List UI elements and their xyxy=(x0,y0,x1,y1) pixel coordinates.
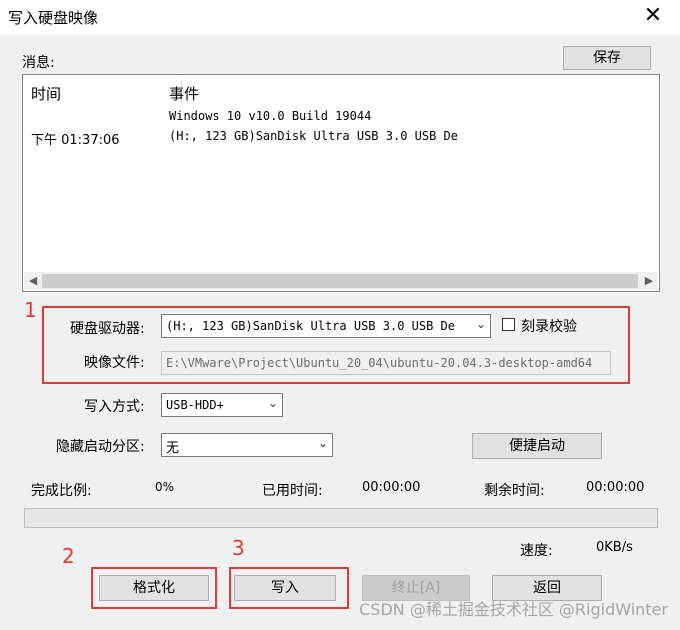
elapsed-value: 00:00:00 xyxy=(362,480,421,495)
annotation-label-3: 3 xyxy=(232,536,245,560)
speed-label: 速度: xyxy=(520,543,553,559)
image-file-label: 映像文件: xyxy=(84,355,145,371)
column-header-time[interactable]: 时间 xyxy=(31,83,61,104)
done-value: 0% xyxy=(155,480,175,494)
hidden-partition-label: 隐藏启动分区: xyxy=(56,439,145,455)
log-row-event: Windows 10 v10.0 Build 19044 xyxy=(169,109,372,123)
hidden-partition-value: 无 xyxy=(166,441,180,456)
verify-checkbox[interactable] xyxy=(502,318,515,331)
title-bar xyxy=(0,0,680,34)
write-method-value: USB-HDD+ xyxy=(166,398,224,412)
image-file-field[interactable]: E:\VMware\Project\Ubuntu_20_04\ubuntu-20… xyxy=(161,351,611,375)
horizontal-scrollbar[interactable]: ◀ ▶ xyxy=(24,272,658,290)
log-row-time: 下午 01:37:06 xyxy=(31,133,120,148)
chevron-down-icon: ⌄ xyxy=(267,396,278,410)
message-log[interactable]: 时间 事件 Windows 10 v10.0 Build 19044 下午 01… xyxy=(22,74,660,292)
drive-select-value: (H:, 123 GB)SanDisk Ultra USB 3.0 USB De xyxy=(166,319,455,333)
chevron-down-icon: ⌄ xyxy=(317,436,328,450)
annotation-label-1: 1 xyxy=(24,298,37,322)
write-button[interactable]: 写入 xyxy=(234,575,336,601)
column-header-event[interactable]: 事件 xyxy=(169,83,199,104)
image-file-value: E:\VMware\Project\Ubuntu_20_04\ubuntu-20… xyxy=(166,356,593,370)
write-method-label: 写入方式: xyxy=(84,399,145,415)
quick-start-button[interactable]: 便捷启动 xyxy=(472,433,602,459)
remaining-label: 剩余时间: xyxy=(484,483,545,499)
save-button[interactable]: 保存 xyxy=(563,46,651,70)
format-button[interactable]: 格式化 xyxy=(99,575,209,601)
elapsed-label: 已用时间: xyxy=(262,483,323,499)
watermark: CSDN @稀土掘金技术社区 @RigidWinter xyxy=(359,600,668,619)
hidden-partition-select[interactable]: 无 ⌄ xyxy=(161,433,333,457)
verify-label[interactable]: 刻录校验 xyxy=(521,316,577,336)
annotation-label-2: 2 xyxy=(62,544,75,568)
speed-value: 0KB/s xyxy=(596,540,633,555)
messages-label: 消息: xyxy=(22,55,55,71)
scroll-right-icon[interactable]: ▶ xyxy=(640,272,658,290)
drive-label: 硬盘驱动器: xyxy=(70,321,145,337)
done-label: 完成比例: xyxy=(31,483,92,499)
chevron-down-icon: ⌄ xyxy=(475,317,486,331)
scroll-left-icon[interactable]: ◀ xyxy=(24,272,42,290)
write-method-select[interactable]: USB-HDD+ ⌄ xyxy=(161,393,283,417)
drive-select[interactable]: (H:, 123 GB)SanDisk Ultra USB 3.0 USB De… xyxy=(161,314,491,338)
close-icon[interactable]: ✕ xyxy=(640,3,666,29)
window-title: 写入硬盘映像 xyxy=(8,9,99,27)
progress-bar xyxy=(24,508,658,528)
log-row-event: (H:, 123 GB)SanDisk Ultra USB 3.0 USB De xyxy=(169,129,458,143)
remaining-value: 00:00:00 xyxy=(586,480,645,495)
scrollbar-thumb[interactable] xyxy=(42,274,638,288)
